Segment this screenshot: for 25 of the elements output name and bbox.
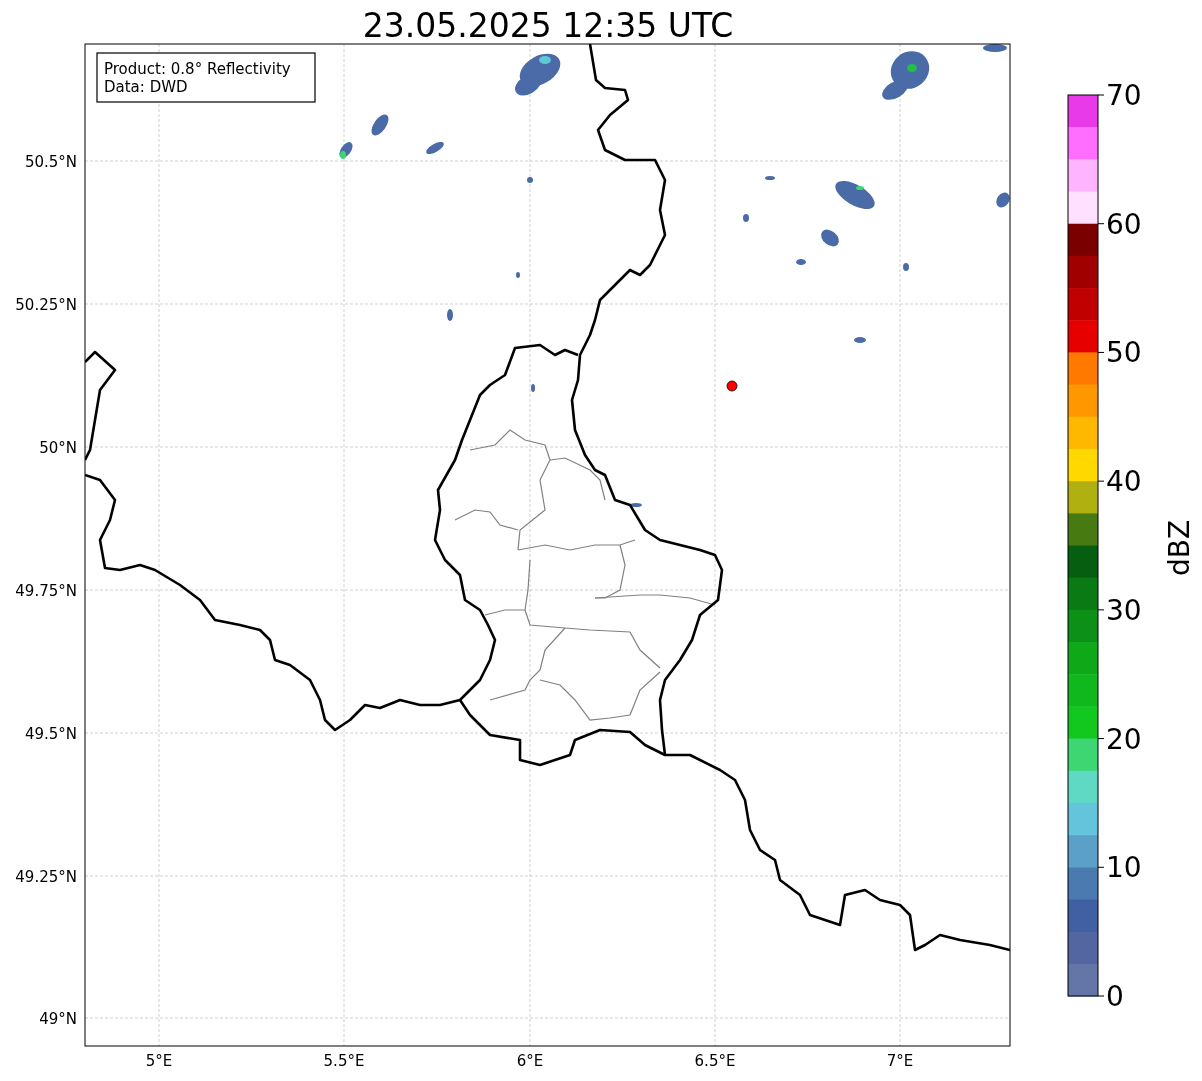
axis-tick-label: 49.5°N [24, 725, 77, 743]
axis-tick-label: 5°E [145, 1052, 173, 1070]
axis-tick-label: 7°E [886, 1052, 914, 1070]
info-text: Product: 0.8° Reflectivity [104, 60, 291, 78]
colorbar-tick-label: 70 [1106, 79, 1142, 112]
colorbar-tick-label: 20 [1106, 722, 1142, 756]
chart-title: 23.05.2025 12:35 UTC [362, 6, 734, 45]
colorbar-tick-label: 60 [1106, 207, 1142, 241]
colorbar-tick-label: 40 [1106, 465, 1142, 499]
axis-tick-label: 49.75°N [15, 582, 77, 600]
axis-tick-label: 50.5°N [24, 153, 77, 171]
radar-site-marker [726, 380, 738, 392]
axis-tick-label: 6.5°E [694, 1052, 736, 1070]
colorbar-label: dBZ [1163, 519, 1196, 577]
info-text: Data: DWD [104, 78, 188, 96]
axis-tick-label: 50°N [39, 439, 77, 457]
colorbar-tick-label: 30 [1106, 593, 1142, 627]
colorbar-tick-label: 10 [1106, 851, 1142, 885]
axis-tick-label: 49.25°N [15, 868, 77, 886]
axis-tick-label: 6°E [516, 1052, 544, 1070]
axis-tick-label: 50.25°N [15, 296, 77, 314]
axis-tick-label: 49°N [39, 1010, 77, 1028]
axis-tick-label: 5.5°E [323, 1052, 365, 1070]
colorbar-tick-label: 0 [1106, 980, 1124, 1013]
colorbar-tick-label: 50 [1106, 336, 1142, 370]
